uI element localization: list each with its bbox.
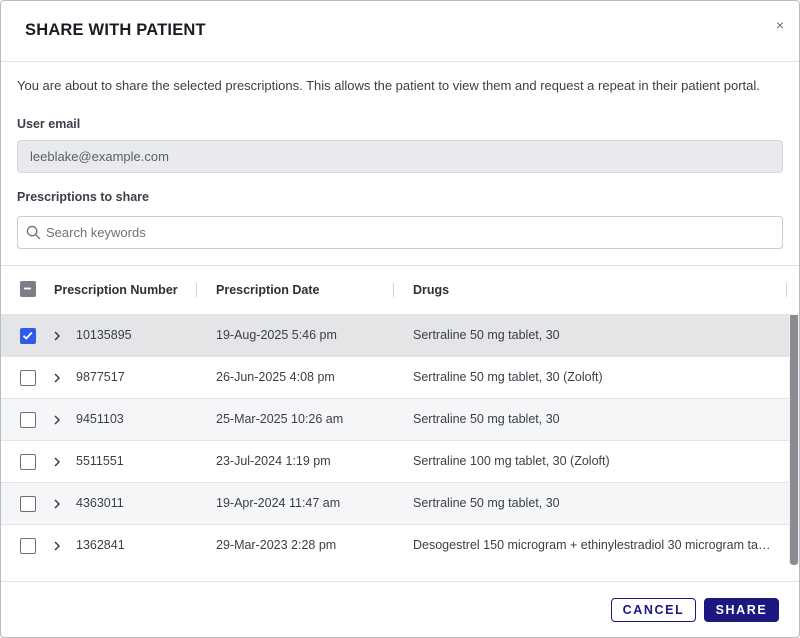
prescriptions-label: Prescriptions to share xyxy=(17,190,149,204)
table-row[interactable]: 10135895 19-Aug-2025 5:46 pm Sertraline … xyxy=(1,314,789,356)
prescription-number: 4363011 xyxy=(76,496,124,510)
chevron-right-icon[interactable] xyxy=(52,539,62,553)
prescription-number: 10135895 xyxy=(76,328,132,342)
row-checkbox[interactable] xyxy=(20,538,36,554)
table-body: 10135895 19-Aug-2025 5:46 pm Sertraline … xyxy=(1,314,799,564)
prescription-drugs: Sertraline 50 mg tablet, 30 xyxy=(413,496,560,510)
column-header-date[interactable]: Prescription Date xyxy=(216,283,320,297)
dialog-description: You are about to share the selected pres… xyxy=(17,78,760,93)
scrollbar-thumb[interactable] xyxy=(790,315,798,565)
table-row[interactable]: 1362841 29-Mar-2023 2:28 pm Desogestrel … xyxy=(1,524,789,564)
column-header-drugs[interactable]: Drugs xyxy=(413,283,449,297)
search-box xyxy=(17,216,783,249)
close-icon[interactable]: × xyxy=(773,17,787,33)
table-row[interactable]: 9451103 25-Mar-2025 10:26 am Sertraline … xyxy=(1,398,789,440)
select-all-checkbox[interactable] xyxy=(20,281,36,297)
email-field: leeblake@example.com xyxy=(17,140,783,173)
share-dialog: SHARE WITH PATIENT × You are about to sh… xyxy=(0,0,800,638)
prescription-number: 1362841 xyxy=(76,538,125,552)
prescription-date: 29-Mar-2023 2:28 pm xyxy=(216,538,337,552)
prescription-number: 9877517 xyxy=(76,370,125,384)
check-icon xyxy=(22,331,33,340)
prescription-number: 9451103 xyxy=(76,412,124,426)
cancel-button[interactable]: CANCEL xyxy=(611,598,696,622)
prescription-drugs: Sertraline 50 mg tablet, 30 xyxy=(413,412,560,426)
chevron-right-icon[interactable] xyxy=(52,455,62,469)
prescription-date: 25-Mar-2025 10:26 am xyxy=(216,412,344,426)
table-row[interactable]: 5511551 23-Jul-2024 1:19 pm Sertraline 1… xyxy=(1,440,789,482)
dialog-title: SHARE WITH PATIENT xyxy=(25,21,206,39)
row-checkbox[interactable] xyxy=(20,496,36,512)
prescription-date: 26-Jun-2025 4:08 pm xyxy=(216,370,335,384)
table-row[interactable]: 9877517 26-Jun-2025 4:08 pm Sertraline 5… xyxy=(1,356,789,398)
share-button[interactable]: SHARE xyxy=(704,598,779,622)
row-checkbox[interactable] xyxy=(20,328,36,344)
table-header: Prescription Number Prescription Date Dr… xyxy=(1,266,799,314)
email-label: User email xyxy=(17,117,81,131)
dialog-footer xyxy=(1,581,799,582)
chevron-right-icon[interactable] xyxy=(52,329,62,343)
prescription-date: 19-Aug-2025 5:46 pm xyxy=(216,328,337,342)
dialog-header: SHARE WITH PATIENT × xyxy=(1,1,799,62)
prescription-date: 19-Apr-2024 11:47 am xyxy=(216,496,341,510)
search-input[interactable] xyxy=(46,217,766,248)
search-icon xyxy=(26,225,41,240)
prescription-number: 5511551 xyxy=(76,454,124,468)
column-separator xyxy=(393,283,394,297)
prescription-date: 23-Jul-2024 1:19 pm xyxy=(216,454,331,468)
prescription-drugs: Desogestrel 150 microgram + ethinylestra… xyxy=(413,538,773,552)
minus-icon xyxy=(24,287,31,290)
column-header-number[interactable]: Prescription Number xyxy=(54,283,178,297)
column-separator xyxy=(786,283,787,297)
row-checkbox[interactable] xyxy=(20,412,36,428)
row-checkbox[interactable] xyxy=(20,454,36,470)
chevron-right-icon[interactable] xyxy=(52,371,62,385)
prescription-drugs: Sertraline 50 mg tablet, 30 xyxy=(413,328,560,342)
chevron-right-icon[interactable] xyxy=(52,413,62,427)
row-checkbox[interactable] xyxy=(20,370,36,386)
column-separator xyxy=(196,283,197,297)
chevron-right-icon[interactable] xyxy=(52,497,62,511)
prescription-drugs: Sertraline 50 mg tablet, 30 (Zoloft) xyxy=(413,370,603,384)
table-row[interactable]: 4363011 19-Apr-2024 11:47 am Sertraline … xyxy=(1,482,789,524)
prescription-drugs: Sertraline 100 mg tablet, 30 (Zoloft) xyxy=(413,454,610,468)
